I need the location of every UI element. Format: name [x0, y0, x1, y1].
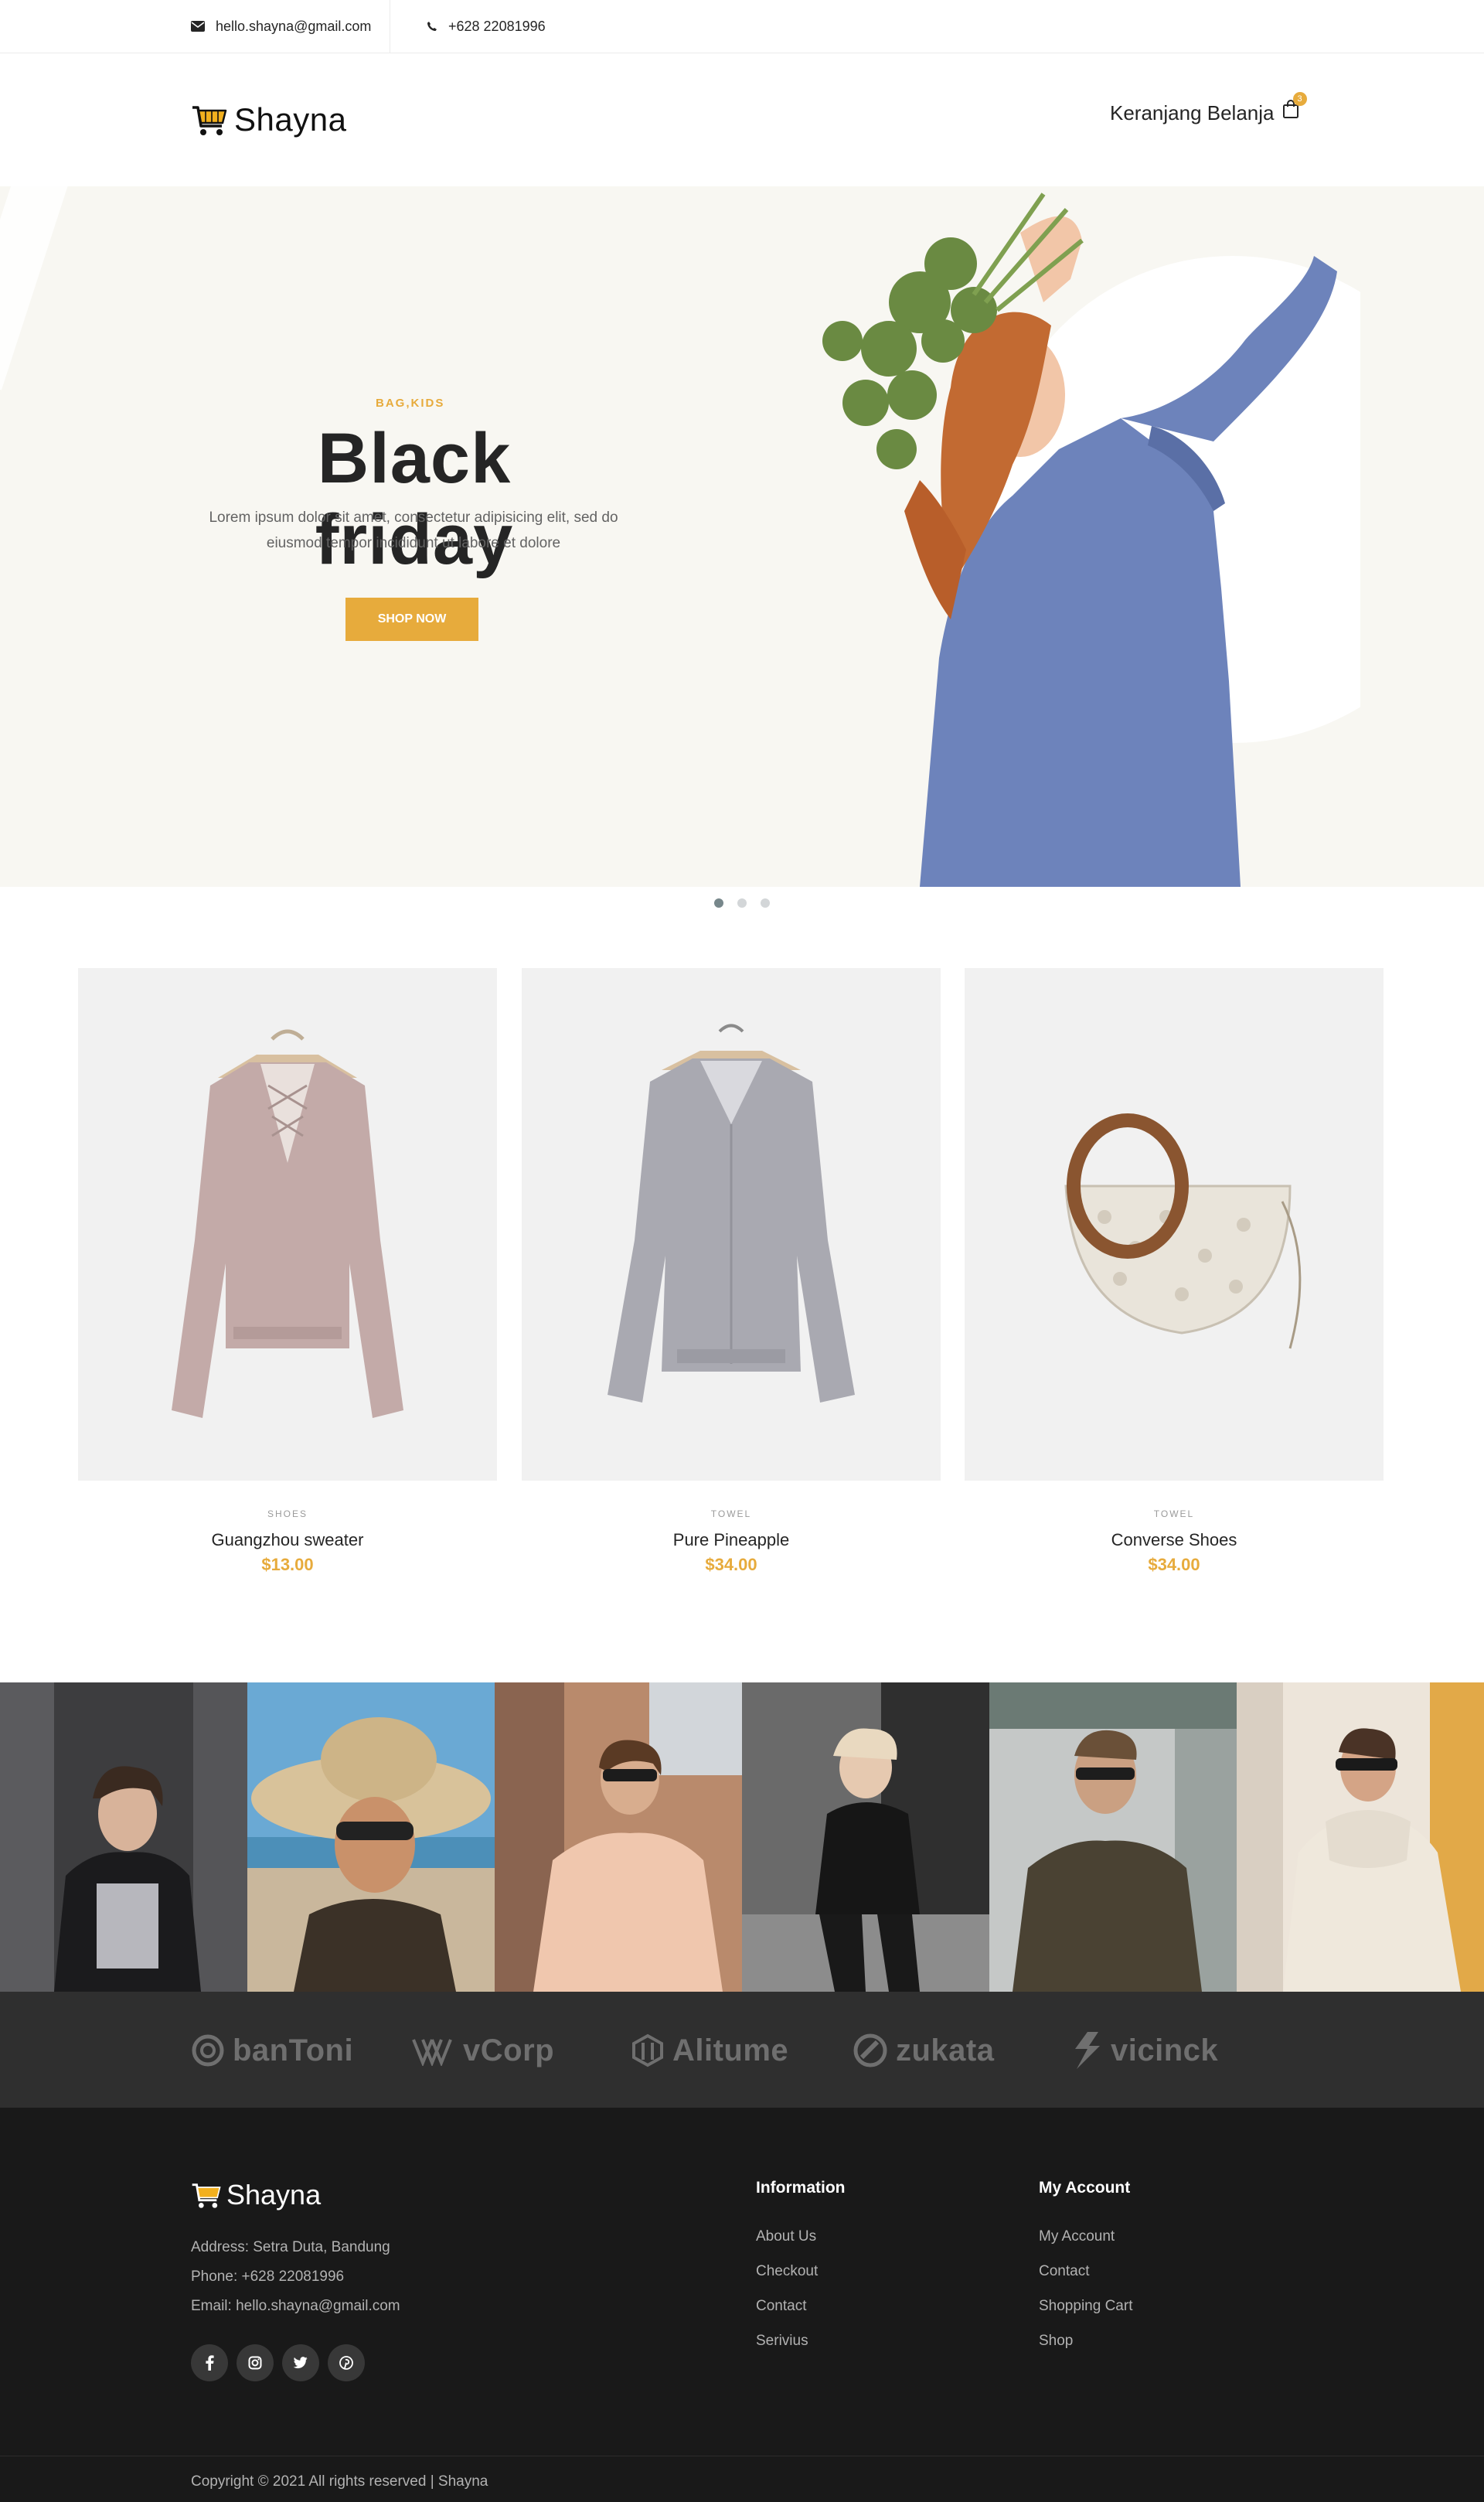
phone-icon: [427, 22, 437, 31]
footer-link-serivius[interactable]: Serivius: [756, 2323, 846, 2358]
partner-name: banToni: [233, 2033, 354, 2067]
footer-address: Address: Setra Duta, Bandung: [191, 2239, 390, 2255]
hero-headline: Black friday: [315, 419, 514, 579]
partner-logo[interactable]: Alitume: [631, 2030, 788, 2071]
product-card[interactable]: TOWEL Pure Pineapple $34.00: [522, 968, 941, 1575]
gallery-photo[interactable]: [1237, 1682, 1484, 1992]
email-text: hello.shayna@gmail.com: [216, 18, 372, 34]
contact-phone[interactable]: +628 22081996: [427, 0, 546, 53]
information-heading: Information: [756, 2179, 846, 2197]
footer-link-shop[interactable]: Shop: [1039, 2323, 1132, 2358]
social-links: [191, 2344, 365, 2381]
contact-email[interactable]: hello.shayna@gmail.com: [191, 0, 391, 53]
hero-kicker: BAG,KIDS: [376, 397, 445, 410]
cart-label: Keranjang Belanja: [1110, 101, 1275, 124]
pink-sweater-image: [172, 1029, 403, 1418]
partner-logo[interactable]: vicinck: [1072, 2030, 1218, 2071]
hero-model-photo: [822, 193, 1360, 887]
footer-link-my-account[interactable]: My Account: [1039, 2219, 1132, 2254]
hero-banner: BAG,KIDS Black friday Lorem ipsum dolor …: [0, 186, 1484, 887]
gallery-photo[interactable]: [742, 1682, 989, 1992]
footer-link-checkout[interactable]: Checkout: [756, 2254, 846, 2289]
gallery-photo[interactable]: [495, 1682, 742, 1992]
footer-link-contact[interactable]: Contact: [1039, 2254, 1132, 2289]
footer-email: Email: hello.shayna@gmail.com: [191, 2298, 400, 2314]
gallery-photo[interactable]: [989, 1682, 1237, 1992]
pinterest-icon[interactable]: [328, 2344, 365, 2381]
cart-link[interactable]: Keranjang Belanja 3: [1110, 92, 1307, 125]
site-footer: Shayna Address: Setra Duta, Bandung Phon…: [0, 2108, 1484, 2502]
footer-logo-text: Shayna: [226, 2179, 322, 2211]
product-price: $34.00: [1148, 1555, 1200, 1574]
cart-logo-icon: [192, 106, 227, 135]
slider-dot-1[interactable]: [714, 898, 723, 908]
bantoni-logo-icon: [192, 2034, 224, 2067]
slider-dot-2[interactable]: [737, 898, 747, 908]
footer-logo[interactable]: Shayna: [191, 2179, 321, 2211]
footer-information-column: Information About Us Checkout Contact Se…: [756, 2179, 846, 2358]
partner-logos: banToni vCorp Alitume zukata vicinck: [0, 1992, 1484, 2108]
envelope-icon: [191, 21, 205, 32]
gallery-photo[interactable]: [247, 1682, 495, 1992]
footer-contact-info: Address: Setra Duta, Bandung Phone: +628…: [191, 2233, 400, 2321]
partner-name: Alitume: [672, 2033, 789, 2067]
product-name[interactable]: Converse Shoes: [965, 1530, 1384, 1550]
product-name[interactable]: Guangzhou sweater: [78, 1530, 497, 1550]
slider-dot-3[interactable]: [761, 898, 770, 908]
partner-name: vicinck: [1111, 2033, 1219, 2067]
grey-sweater-image: [608, 1024, 855, 1403]
copyright-text: Copyright © 2021 All rights reserved | S…: [191, 2473, 488, 2490]
site-header: Shayna Keranjang Belanja 3: [0, 53, 1484, 186]
shopping-bag-icon: 3: [1282, 92, 1307, 124]
phone-text: +628 22081996: [448, 18, 546, 34]
decorative-corner: [0, 186, 73, 390]
footer-link-about-us[interactable]: About Us: [756, 2219, 846, 2254]
logo[interactable]: Shayna: [191, 101, 346, 138]
partner-logo[interactable]: vCorp: [412, 2030, 554, 2071]
product-category: TOWEL: [710, 1508, 752, 1519]
facebook-icon[interactable]: [191, 2344, 228, 2381]
product-card[interactable]: TOWEL Converse Shoes $34.00: [965, 968, 1384, 1575]
product-image[interactable]: [78, 968, 497, 1481]
vcorp-logo-icon: [412, 2039, 452, 2066]
cart-count-badge: 3: [1292, 92, 1307, 106]
partner-name: vCorp: [463, 2033, 555, 2067]
footer-account-column: My Account My Account Contact Shopping C…: [1039, 2179, 1132, 2358]
hero-description: Lorem ipsum dolor sit amet, consectetur …: [209, 510, 618, 551]
product-card[interactable]: SHOES Guangzhou sweater $13.00: [78, 968, 497, 1575]
alitume-logo-icon: [632, 2033, 663, 2067]
beaded-bag-image: [1064, 1113, 1302, 1348]
zukata-logo-icon: [853, 2033, 887, 2067]
vicinck-logo-icon: [1075, 2032, 1100, 2069]
cart-logo-icon: [192, 2183, 221, 2208]
logo-text: Shayna: [234, 101, 347, 138]
product-category: TOWEL: [1153, 1508, 1195, 1519]
product-category: SHOES: [267, 1508, 308, 1519]
product-price: $13.00: [261, 1555, 314, 1574]
gallery-photo[interactable]: [0, 1682, 247, 1992]
instagram-gallery: [0, 1682, 1484, 1992]
product-image[interactable]: [522, 968, 941, 1481]
product-price: $34.00: [705, 1555, 757, 1574]
account-heading: My Account: [1039, 2179, 1131, 2197]
footer-link-contact[interactable]: Contact: [756, 2289, 846, 2323]
top-bar: hello.shayna@gmail.com +628 22081996: [0, 0, 1484, 53]
footer-phone: Phone: +628 22081996: [191, 2269, 345, 2285]
partner-logo[interactable]: zukata: [853, 2030, 995, 2071]
instagram-icon[interactable]: [237, 2344, 274, 2381]
product-image[interactable]: [965, 968, 1384, 1481]
product-name[interactable]: Pure Pineapple: [522, 1530, 941, 1550]
partner-logo[interactable]: banToni: [191, 2030, 353, 2071]
twitter-icon[interactable]: [282, 2344, 319, 2381]
footer-link-shopping-cart[interactable]: Shopping Cart: [1039, 2289, 1132, 2323]
shop-now-button[interactable]: SHOP NOW: [345, 598, 478, 641]
partner-name: zukata: [896, 2033, 995, 2067]
slider-dots: [0, 898, 1484, 908]
